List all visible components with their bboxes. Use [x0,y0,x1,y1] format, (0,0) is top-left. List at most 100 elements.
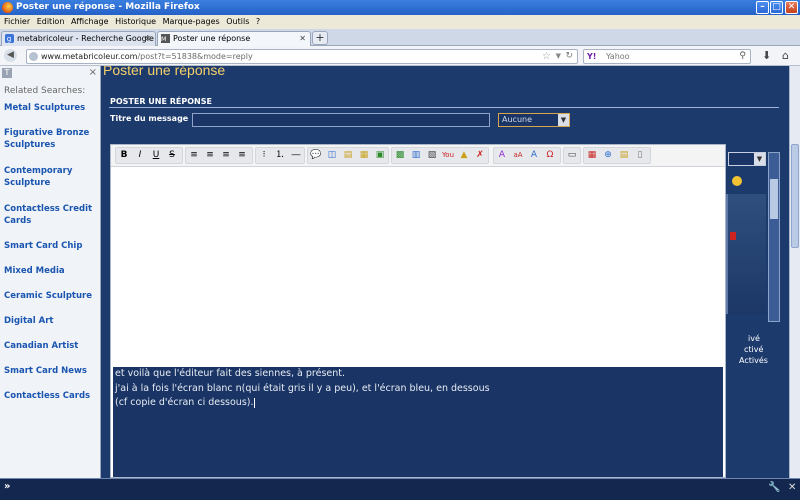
chevron-down-icon[interactable]: ▼ [558,114,569,126]
zoom-icon[interactable]: ⊕ [601,148,615,163]
related-link[interactable]: Ceramic Sculpture [4,290,96,302]
status-bar: » 🔧 ✕ [0,478,800,500]
font-family-icon[interactable]: A [527,148,541,163]
justify-icon[interactable]: ≡ [235,148,249,163]
related-link[interactable]: Metal Sculptures [4,102,96,114]
tab-poster-reponse[interactable]: M Poster une réponse ✕ [157,31,311,46]
related-searches-heading: Related Searches: [4,86,86,96]
table-icon[interactable]: ▭ [565,148,579,163]
font-color-icon[interactable]: A [495,148,509,163]
editor-preview-area[interactable] [111,167,725,367]
source-icon[interactable]: ▤ [617,148,631,163]
firefox-icon [2,2,13,13]
menu-outils[interactable]: Outils [226,15,249,29]
yahoo-engine-icon[interactable]: Y! [587,50,596,63]
scroll-thumb[interactable] [770,179,778,219]
underline-icon[interactable]: U [149,148,163,163]
red-mark [730,232,736,240]
menu-affichage[interactable]: Affichage [71,15,109,29]
search-icon[interactable]: ⚲ [739,50,746,63]
page-icon[interactable]: ▯ [633,148,647,163]
close-tab-icon[interactable]: ✕ [299,32,306,45]
url-path: /post?t=51838&mode=reply [137,52,253,61]
wrench-icon[interactable]: 🔧 [768,482,780,493]
message-line-text: (cf copie d'écran ci dessous). [115,397,254,408]
related-link[interactable]: Canadian Artist [4,340,96,352]
option-text: Activés [739,356,768,365]
dailymotion-icon[interactable]: ▲ [457,148,471,163]
align-right-icon[interactable]: ≡ [219,148,233,163]
link-icon[interactable]: ▣ [373,148,387,163]
font-size-icon[interactable]: aA [511,148,525,163]
related-link[interactable]: Smart Card News [4,365,96,377]
sidebar-close-icon[interactable]: × [89,67,97,78]
horizontal-rule-icon[interactable]: ― [289,148,303,163]
special-chars-icon[interactable]: Ω [543,148,557,163]
date-icon[interactable]: ▦ [585,148,599,163]
menu-historique[interactable]: Historique [115,15,156,29]
title-bar: Poster une réponse - Mozilla Firefox – □… [0,0,800,15]
home-icon[interactable]: ⌂ [782,49,789,62]
tab-google-search[interactable]: g metabricoleur - Recherche Google ✕ [1,31,156,46]
close-window-button[interactable]: ✕ [785,1,798,14]
sidebar-logo-icon: T [2,68,12,78]
site-identity-icon[interactable] [29,52,38,61]
message-line: et voilà que l'éditeur fait des siennes,… [115,368,346,379]
related-link[interactable]: Figurative Bronze Sculptures [4,127,96,151]
smiley-icon[interactable] [732,176,742,186]
italic-icon[interactable]: I [133,148,147,163]
related-link[interactable]: Digital Art [4,315,96,327]
new-tab-button[interactable]: + [312,31,328,45]
tab-bar: g metabricoleur - Recherche Google ✕ M P… [0,29,800,46]
spoiler-icon[interactable]: ▤ [341,148,355,163]
page-scrollbar[interactable] [789,66,800,478]
youtube-icon[interactable]: You [441,148,455,163]
flash-icon[interactable]: ▧ [425,148,439,163]
message-icon-select[interactable]: Aucune ▼ [498,113,570,127]
clear-format-icon[interactable]: ✗ [473,148,487,163]
related-link[interactable]: Contactless Cards [4,390,96,402]
reload-icon[interactable]: ↻ [565,50,573,63]
related-link[interactable]: Contactless Credit Cards [4,203,96,227]
panel-scrollbar[interactable] [768,152,780,322]
align-center-icon[interactable]: ≡ [203,148,217,163]
bookmark-star-icon[interactable]: ☆ [542,50,551,63]
code-icon[interactable]: ◫ [325,148,339,163]
minimize-button[interactable]: – [756,1,769,14]
url-bar[interactable]: www.metabricoleur.com/post?t=51838&mode=… [26,49,578,64]
back-arrow-icon[interactable]: ◀ [4,49,17,62]
message-line: (cf copie d'écran ci dessous). [115,396,721,411]
close-tab-icon[interactable]: ✕ [144,32,151,45]
image-icon[interactable]: ▩ [393,148,407,163]
expand-chevron-icon[interactable]: » [4,481,10,492]
search-bar[interactable]: Y! Yahoo ⚲ [583,49,751,64]
bullet-list-icon[interactable]: ⁝ [257,148,271,163]
strikethrough-icon[interactable]: S [165,148,179,163]
page-scroll-thumb[interactable] [791,144,799,248]
menu-fichier[interactable]: Fichier [4,15,30,29]
chevron-down-icon[interactable]: ▼ [754,153,765,165]
menu-help[interactable]: ? [256,15,260,29]
panel-select[interactable]: ▼ [728,152,766,166]
related-link[interactable]: Contemporary Sculpture [4,165,96,189]
close-icon[interactable]: ✕ [788,482,796,493]
related-link[interactable]: Smart Card Chip [4,240,96,252]
upload-icon[interactable]: ▥ [409,148,423,163]
menu-edition[interactable]: Edition [37,15,65,29]
numbered-list-icon[interactable]: ⒈ [273,148,287,163]
message-textarea[interactable]: et voilà que l'éditeur fait des siennes,… [113,367,723,477]
window-title: Poster une réponse - Mozilla Firefox [16,2,200,12]
menu-bar: Fichier Edition Affichage Historique Mar… [0,15,800,29]
url-dropdown-icon[interactable]: ▼ [556,50,561,63]
related-link[interactable]: Mixed Media [4,265,96,277]
align-left-icon[interactable]: ≡ [187,148,201,163]
bold-icon[interactable]: B [117,148,131,163]
subject-input[interactable] [192,113,490,127]
quote-icon[interactable]: 💬 [309,148,323,163]
sidebar: T × Related Searches: Metal Sculptures F… [0,66,101,478]
maximize-button[interactable]: □ [770,1,783,14]
download-icon[interactable]: ⬇ [762,49,771,62]
hide-icon[interactable]: ▦ [357,148,371,163]
divider [109,107,779,108]
menu-marque-pages[interactable]: Marque-pages [163,15,220,29]
